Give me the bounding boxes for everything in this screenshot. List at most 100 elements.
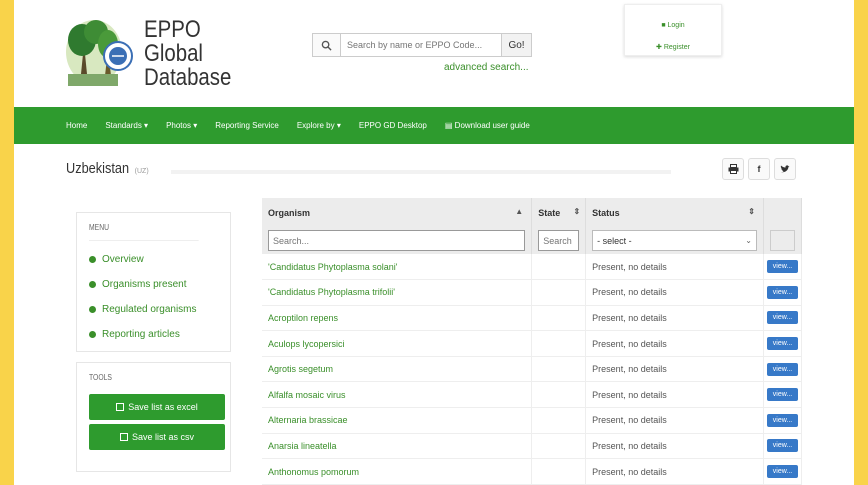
menu-item-overview[interactable]: Overview	[89, 247, 218, 272]
header-organism-label: Organism	[268, 207, 311, 218]
status-cell: Present, no details	[585, 356, 764, 383]
nav-download-label: Download user guide	[454, 121, 530, 130]
state-cell	[531, 356, 587, 383]
table-row[interactable]: Alfalfa mosaic virus Present, no details…	[262, 381, 803, 409]
view-cell: view...	[763, 356, 803, 383]
print-button[interactable]	[722, 158, 744, 180]
nav-explore-by[interactable]: Explore by ▾	[297, 121, 341, 130]
menu-item-regulated-organisms[interactable]: Regulated organisms	[89, 297, 218, 322]
organism-link[interactable]: Anarsia lineatella	[262, 433, 533, 460]
status-cell: Present, no details	[585, 381, 764, 409]
header-state-label: State	[538, 207, 561, 218]
organism-link[interactable]: Acroptilon repens	[262, 305, 533, 332]
view-button[interactable]: view...	[766, 260, 799, 274]
view-button[interactable]: view...	[766, 311, 799, 325]
view-button[interactable]: view...	[766, 388, 799, 402]
header-organism[interactable]: Organism ▲	[262, 198, 533, 227]
organism-link[interactable]: Alternaria brassicae	[262, 407, 533, 434]
tools-panel: TOOLS Save list as excel Save list as cs…	[76, 362, 231, 472]
sort-icon: ⇕	[573, 207, 581, 216]
table-row[interactable]: 'Candidatus Phytoplasma solani' Present,…	[262, 254, 803, 281]
status-cell: Present, no details	[585, 433, 764, 460]
save-excel-button[interactable]: Save list as excel	[89, 394, 225, 420]
view-cell: view...	[763, 458, 803, 485]
go-button[interactable]: Go!	[502, 33, 532, 57]
state-cell	[531, 433, 587, 460]
view-button[interactable]: view...	[766, 285, 799, 299]
filter-organism-cell	[262, 227, 533, 254]
advanced-search-link[interactable]: advanced search...	[444, 62, 529, 73]
view-button[interactable]: view...	[766, 337, 799, 351]
nav-download-user-guide[interactable]: ▤ Download user guide	[445, 121, 530, 130]
filter-reset-box[interactable]	[769, 230, 795, 251]
table-row[interactable]: Agrotis segetum Present, no details view…	[262, 356, 803, 383]
status-cell: Present, no details	[585, 330, 764, 357]
menu-item-organisms-present[interactable]: Organisms present	[89, 272, 218, 297]
nav-photos[interactable]: Photos ▾	[166, 121, 197, 130]
register-label: Register	[663, 44, 690, 51]
table-row[interactable]: Anarsia lineatella Present, no details v…	[262, 433, 803, 460]
brand-line-2: Global	[144, 40, 203, 67]
menu-item-label: Overview	[102, 254, 144, 265]
menu-title: MENU	[89, 223, 199, 241]
status-cell: Present, no details	[585, 407, 764, 434]
brand-title[interactable]: EPPO Global Database	[144, 18, 247, 90]
eppo-logo[interactable]	[62, 14, 134, 92]
view-button[interactable]: view...	[766, 413, 799, 427]
organism-link[interactable]: Agrotis segetum	[262, 356, 533, 383]
view-button[interactable]: view...	[766, 362, 799, 376]
search-input[interactable]	[340, 33, 502, 57]
filter-status-value: - select -	[597, 235, 632, 246]
title-divider	[171, 170, 671, 174]
table-row[interactable]: Aculops lycopersici Present, no details …	[262, 330, 803, 357]
view-cell: view...	[763, 381, 803, 409]
nav-home[interactable]: Home	[66, 121, 87, 130]
document-icon: ▤	[444, 121, 455, 130]
document-icon	[116, 403, 125, 411]
filter-status-select[interactable]: - select - ⌄	[592, 230, 757, 251]
table-row[interactable]: Anthonomus pomorum Present, no details v…	[262, 458, 803, 485]
organism-link[interactable]: Anthonomus pomorum	[262, 458, 533, 485]
state-cell	[531, 305, 587, 332]
filter-state-input[interactable]	[538, 230, 580, 251]
organisms-table-wrap: Organism ▲ State ⇕ Status ⇕ - select - ⌄ 'Ca…	[262, 198, 803, 485]
view-cell: view...	[763, 330, 803, 357]
login-label: Login	[667, 22, 685, 29]
organism-link[interactable]: 'Candidatus Phytoplasma solani'	[262, 254, 533, 281]
nav-reporting-service[interactable]: Reporting Service	[215, 121, 279, 130]
table-row[interactable]: 'Candidatus Phytoplasma trifolii' Presen…	[262, 279, 803, 306]
table-row[interactable]: Acroptilon repens Present, no details vi…	[262, 305, 803, 332]
table-row[interactable]: Alternaria brassicae Present, no details…	[262, 407, 803, 434]
twitter-button[interactable]	[774, 158, 796, 180]
status-cell: Present, no details	[585, 458, 764, 485]
nav-standards[interactable]: Standards ▾	[105, 121, 148, 130]
status-cell: Present, no details	[585, 279, 764, 306]
status-cell: Present, no details	[585, 254, 764, 281]
view-button[interactable]: view...	[766, 465, 799, 479]
header-state[interactable]: State ⇕	[531, 198, 587, 227]
brand-line-3: Database	[144, 64, 232, 91]
facebook-button[interactable]: f	[748, 158, 770, 180]
nav-eppo-gd-desktop[interactable]: EPPO GD Desktop	[359, 121, 427, 130]
view-button[interactable]: view...	[766, 439, 799, 453]
arrow-circle-icon	[89, 306, 96, 313]
login-link[interactable]: ■ Login	[625, 15, 721, 37]
save-csv-button[interactable]: Save list as csv	[89, 424, 225, 450]
main-navbar: Home Standards ▾ Photos ▾ Reporting Serv…	[14, 107, 854, 144]
state-cell	[531, 330, 587, 357]
arrow-circle-icon	[89, 256, 96, 263]
state-cell	[531, 458, 587, 485]
chevron-down-icon: ⌄	[745, 236, 752, 245]
header-status[interactable]: Status ⇕	[585, 198, 764, 227]
save-csv-label: Save list as csv	[131, 432, 195, 442]
menu-item-label: Reporting articles	[102, 329, 180, 340]
save-excel-label: Save list as excel	[128, 402, 198, 412]
register-link[interactable]: ✚ Register	[625, 37, 721, 59]
page-title: Uzbekistan	[66, 160, 130, 177]
organism-link[interactable]: 'Candidatus Phytoplasma trifolii'	[262, 279, 533, 306]
menu-item-reporting-articles[interactable]: Reporting articles	[89, 322, 218, 347]
filter-actions-cell	[763, 227, 803, 254]
organism-link[interactable]: Alfalfa mosaic virus	[262, 381, 533, 409]
filter-organism-input[interactable]	[268, 230, 526, 251]
organism-link[interactable]: Aculops lycopersici	[262, 330, 533, 357]
